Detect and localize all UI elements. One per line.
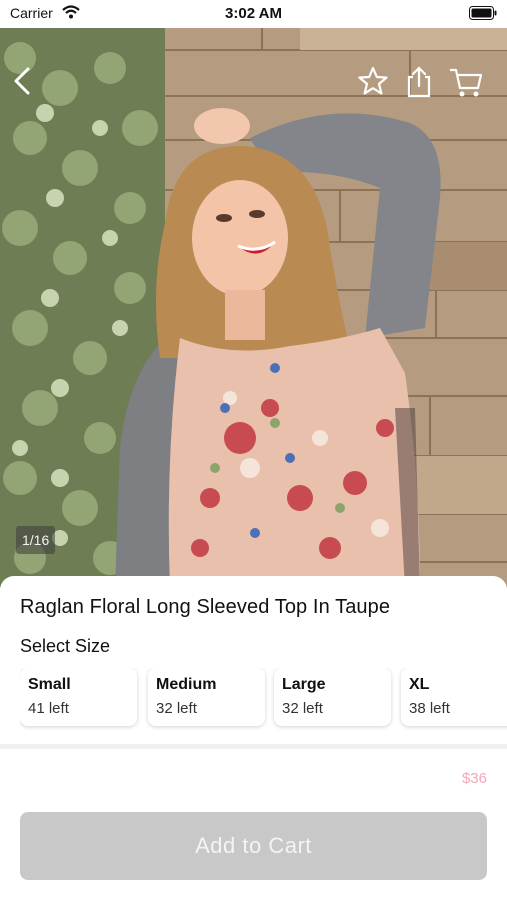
size-name: Medium xyxy=(156,676,217,693)
size-stock: 38 left xyxy=(409,700,450,717)
product-price: $36 xyxy=(461,770,487,787)
status-time: 3:02 AM xyxy=(225,5,282,22)
share-icon[interactable] xyxy=(404,66,434,103)
size-stock: 32 left xyxy=(282,700,323,717)
add-to-cart-button[interactable]: Add to Cart xyxy=(20,812,487,880)
image-counter: 1/16 xyxy=(16,526,56,554)
size-heading: Select Size xyxy=(20,636,111,656)
star-icon[interactable] xyxy=(358,66,388,101)
size-stock: 32 left xyxy=(156,700,197,717)
size-option-medium[interactable]: Medium 32 left xyxy=(148,668,265,726)
status-bar: Carrier 3:02 AM xyxy=(0,0,507,28)
size-option-xl[interactable]: XL 38 left xyxy=(401,668,507,726)
product-photo xyxy=(0,28,507,588)
cart-icon[interactable] xyxy=(448,66,484,103)
product-image[interactable]: 1/16 xyxy=(0,28,507,588)
product-title: Raglan Floral Long Sleeved Top In Taupe xyxy=(20,596,391,618)
size-name: Small xyxy=(28,676,71,693)
size-option-small[interactable]: Small 41 left xyxy=(20,668,137,726)
size-options[interactable]: Small 41 left Medium 32 left Large 32 le… xyxy=(20,668,507,732)
size-name: Large xyxy=(282,676,326,693)
battery-icon xyxy=(469,6,497,25)
back-icon[interactable] xyxy=(10,66,34,101)
size-name: XL xyxy=(409,676,430,693)
product-sheet: Raglan Floral Long Sleeved Top In Taupe … xyxy=(0,576,507,900)
size-stock: 41 left xyxy=(28,700,69,717)
divider xyxy=(0,744,507,749)
size-option-large[interactable]: Large 32 left xyxy=(274,668,391,726)
